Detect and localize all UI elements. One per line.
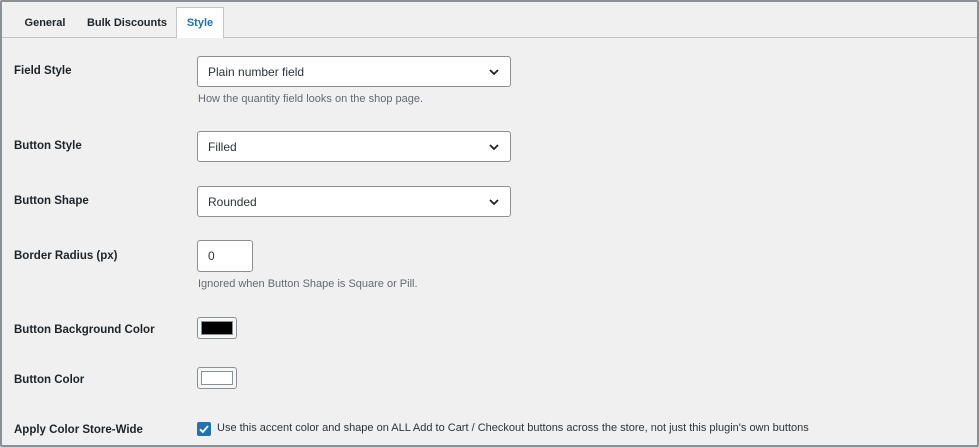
button-style-select[interactable]: Filled	[197, 131, 511, 162]
chevron-down-icon	[489, 199, 499, 206]
field-style-value: Plain number field	[208, 64, 305, 79]
border-radius-help: Ignored when Button Shape is Square or P…	[198, 278, 418, 290]
apply-store-wide-description: Use this accent color and shape on ALL A…	[217, 422, 809, 434]
button-color-picker[interactable]	[197, 367, 237, 389]
field-style-select[interactable]: Plain number field	[197, 56, 511, 87]
checkmark-icon	[199, 425, 209, 434]
chevron-down-icon	[489, 144, 499, 151]
tab-style[interactable]: Style	[176, 7, 224, 39]
button-style-label: Button Style	[14, 140, 82, 152]
color-swatch	[201, 321, 233, 335]
button-bg-color-picker[interactable]	[197, 317, 237, 339]
border-radius-input[interactable]: 0	[197, 240, 253, 272]
apply-store-wide-label: Apply Color Store-Wide	[14, 424, 143, 436]
field-style-label: Field Style	[14, 65, 72, 77]
button-color-label: Button Color	[14, 374, 85, 386]
border-radius-label: Border Radius (px)	[14, 250, 118, 262]
button-shape-select[interactable]: Rounded	[197, 186, 511, 217]
button-shape-label: Button Shape	[14, 195, 89, 207]
tab-bar: General Bulk Discounts Style	[2, 2, 977, 39]
chevron-down-icon	[489, 69, 499, 76]
color-swatch	[201, 371, 233, 385]
button-bg-color-label: Button Background Color	[14, 324, 155, 336]
button-shape-value: Rounded	[208, 194, 257, 209]
apply-store-wide-checkbox[interactable]	[197, 422, 211, 436]
button-style-value: Filled	[208, 139, 237, 154]
tab-bulk-discounts[interactable]: Bulk Discounts	[82, 8, 172, 38]
tab-general[interactable]: General	[14, 8, 76, 38]
field-style-help: How the quantity field looks on the shop…	[198, 93, 424, 105]
